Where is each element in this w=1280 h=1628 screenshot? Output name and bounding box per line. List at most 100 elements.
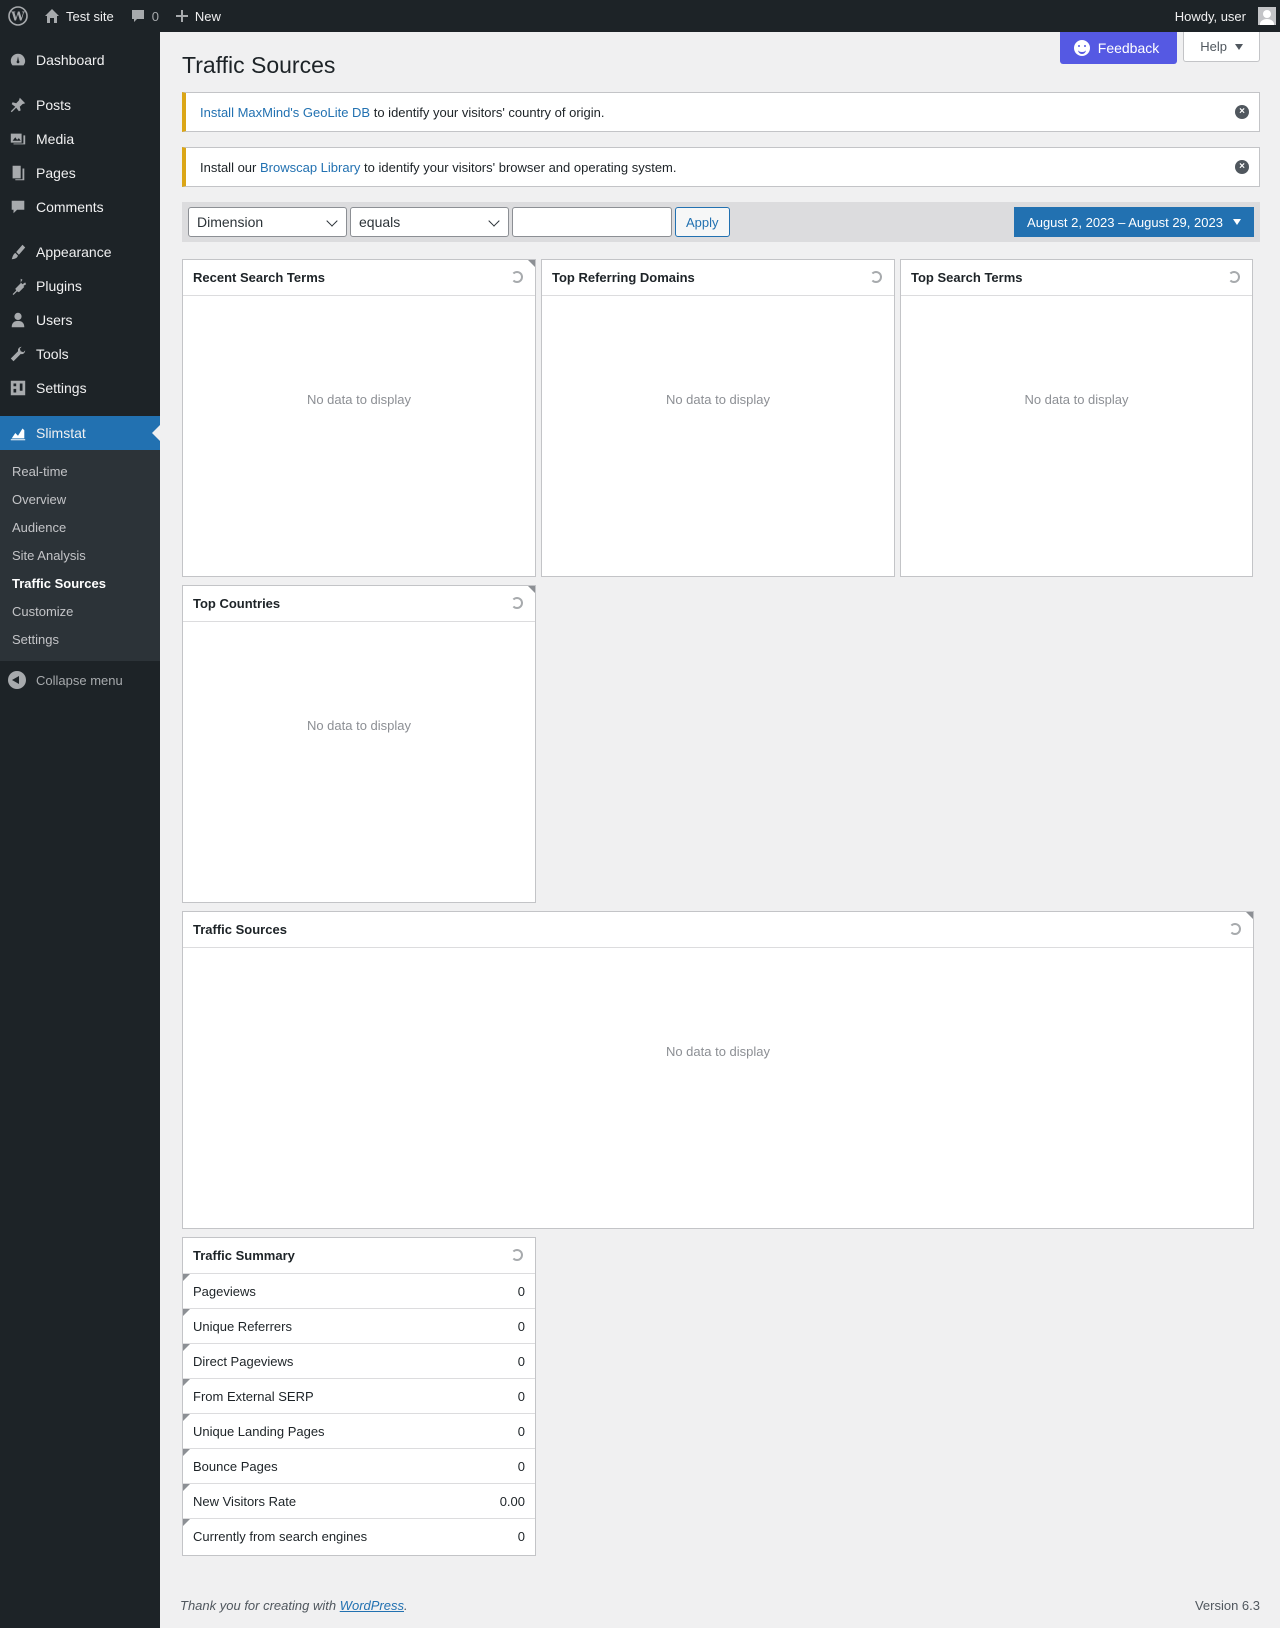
home-icon [45,9,59,23]
sidebar-item-users[interactable]: Users [0,303,160,337]
wordpress-logo-icon[interactable]: W [0,0,36,32]
summary-row: Direct Pageviews 0 [183,1344,535,1379]
sidebar-item-pages[interactable]: Pages [0,156,160,190]
sidebar-item-tools[interactable]: Tools [0,337,160,371]
sidebar-item-label: Posts [36,97,72,113]
chevron-down-icon [488,215,500,227]
wrench-icon [8,344,28,364]
operator-value: equals [359,214,401,230]
sidebar-item-label: Appearance [36,244,112,260]
footer-prefix: Thank you for creating with [180,1598,340,1613]
comments-link[interactable]: 0 [122,0,167,32]
sidebar-item-label: Settings [36,380,87,396]
dashboard-icon [8,50,28,70]
footer-suffix: . [404,1598,408,1613]
pin-icon [8,95,28,115]
help-button[interactable]: Help [1183,32,1260,62]
refresh-icon[interactable] [870,271,882,283]
sidebar-item-appearance[interactable]: Appearance [0,235,160,269]
new-content-link[interactable]: New [167,0,229,32]
collapse-menu-button[interactable]: Collapse menu [0,663,160,697]
submenu-item-overview[interactable]: Overview [0,485,160,513]
submenu-item-audience[interactable]: Audience [0,513,160,541]
summary-list: Pageviews 0 Unique Referrers 0 Direct Page… [183,1274,535,1554]
browscap-notice: Install our Browscap Library to identify… [182,147,1260,187]
avatar [1258,7,1276,25]
report-title: Recent Search Terms [193,270,325,285]
report-title: Top Countries [193,596,281,611]
comment-icon [8,197,28,217]
report-recent-search-terms: Recent Search Terms No data to display [182,259,536,577]
submenu-item-settings[interactable]: Settings [0,625,160,653]
site-name-link[interactable]: Test site [36,0,122,32]
date-range-label: August 2, 2023 – August 29, 2023 [1027,214,1223,230]
report-top-search-terms: Top Search Terms No data to display [900,259,1253,577]
sidebar-item-label: Users [36,312,73,328]
sidebar-item-label: Media [36,131,75,147]
sidebar-item-posts[interactable]: Posts [0,88,160,122]
row-value: 0 [517,1283,525,1299]
caret-down-icon [1235,43,1243,50]
browscap-install-link[interactable]: Browscap Library [260,160,360,175]
sidebar-item-dashboard[interactable]: Dashboard [0,43,160,77]
row-label: Unique Landing Pages [193,1423,325,1439]
comments-count: 0 [151,8,159,24]
plug-icon [8,276,28,296]
sidebar-item-plugins[interactable]: Plugins [0,269,160,303]
no-data-message: No data to display [665,392,771,407]
account-menu[interactable]: Howdy, user [1167,0,1280,32]
refresh-icon[interactable] [1229,923,1241,935]
report-title: Traffic Summary [193,1248,295,1263]
main-content: Feedback Help Traffic Sources Install Ma… [182,32,1260,242]
no-data-message: No data to display [306,392,412,407]
report-title: Traffic Sources [193,922,287,937]
row-label: New Visitors Rate [193,1493,297,1509]
wordpress-link[interactable]: WordPress [340,1598,404,1613]
summary-row: Unique Referrers 0 [183,1309,535,1344]
geolite-notice: Install MaxMind's GeoLite DB to identify… [182,92,1260,132]
no-data-message: No data to display [306,718,412,733]
apply-button[interactable]: Apply [675,207,730,237]
dismiss-icon[interactable]: × [1235,160,1249,174]
settings-icon [8,378,28,398]
notice-text: Install MaxMind's GeoLite DB to identify… [200,105,605,120]
site-name: Test site [66,8,114,24]
sidebar-item-slimstat[interactable]: Slimstat [0,416,160,450]
submenu-item-site-analysis[interactable]: Site Analysis [0,541,160,569]
sidebar-item-label: Comments [36,199,104,215]
refresh-icon[interactable] [511,271,523,283]
row-label: Currently from search engines [193,1529,368,1544]
sidebar-item-media[interactable]: Media [0,122,160,156]
corner-marker [528,586,535,593]
summary-row: New Visitors Rate 0.00 [183,1484,535,1519]
refresh-icon[interactable] [511,597,523,609]
no-data-message: No data to display [1024,392,1129,407]
feedback-button[interactable]: Feedback [1059,32,1178,64]
sidebar-item-settings[interactable]: Settings [0,371,160,405]
row-value: 0 [517,1458,525,1474]
collapse-label: Collapse menu [36,672,123,688]
corner-marker [528,260,535,267]
sidebar-item-comments[interactable]: Comments [0,190,160,224]
filter-value-input[interactable] [512,207,672,237]
geolite-install-link[interactable]: Install MaxMind's GeoLite DB [200,105,370,120]
refresh-icon[interactable] [511,1249,523,1261]
notice-text: Install our Browscap Library to identify… [200,160,676,175]
caret-down-icon [1232,219,1241,225]
row-label: Pageviews [193,1283,256,1299]
submenu-item-realtime[interactable]: Real-time [0,457,160,485]
comment-icon [131,10,144,22]
report-top-referring-domains: Top Referring Domains No data to display [541,259,895,577]
report-title: Top Search Terms [911,270,1023,285]
dimension-select[interactable]: Dimension [188,207,347,237]
operator-select[interactable]: equals [350,207,509,237]
dismiss-icon[interactable]: × [1235,105,1249,119]
no-data-message: No data to display [665,1044,771,1059]
submenu-item-customize[interactable]: Customize [0,597,160,625]
dimension-value: Dimension [197,214,264,230]
feedback-label: Feedback [1097,40,1160,56]
row-label: Unique Referrers [193,1318,292,1334]
refresh-icon[interactable] [1228,271,1240,283]
date-range-button[interactable]: August 2, 2023 – August 29, 2023 [1014,207,1254,237]
submenu-item-traffic-sources[interactable]: Traffic Sources [0,569,160,597]
